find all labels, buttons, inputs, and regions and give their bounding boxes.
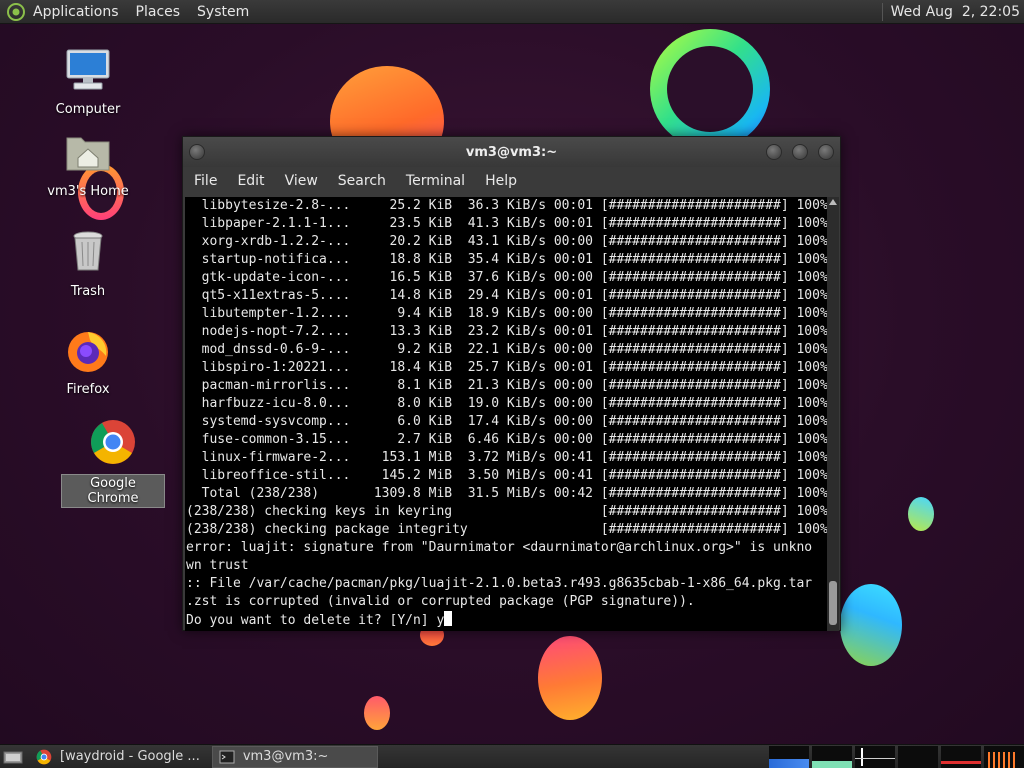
terminal-menubar: File Edit View Search Terminal Help [183,167,840,195]
terminal-line: libreoffice-stil... 145.2 MiB 3.50 MiB/s… [186,468,827,483]
menu-system[interactable]: System [197,4,249,20]
terminal-scrollbar[interactable] [827,197,839,631]
taskbar-item-label: vm3@vm3:~ [242,749,329,764]
firefox-icon [68,332,108,372]
terminal-line: qt5-x11extras-5.... 14.8 KiB 29.4 KiB/s … [186,288,827,303]
taskbar-item-chrome[interactable]: [waydroid - Google ... [30,746,206,768]
clock-separator [881,3,883,21]
menu-terminal[interactable]: Terminal [406,173,465,189]
menu-view[interactable]: View [285,173,318,189]
terminal-line: xorg-xrdb-1.2.2-... 20.2 KiB 43.1 KiB/s … [186,234,827,249]
desktop-icon-computer[interactable]: Computer [38,46,138,117]
window-titlebar[interactable]: vm3@vm3:~ [183,137,840,167]
terminal-line: libspiro-1:20221... 18.4 KiB 25.7 KiB/s … [186,360,827,375]
desktop-icon-label: Computer [55,102,121,117]
disk-monitor-graph [984,746,1024,768]
system-monitor-applet[interactable] [766,746,1024,768]
load-monitor-graph [941,746,981,768]
network-monitor-graph [855,746,895,768]
computer-icon [66,49,110,90]
terminal-line: (238/238) checking package integrity [##… [186,522,827,537]
terminal-icon [219,750,235,763]
terminal-line: pacman-mirrorlis... 8.1 KiB 21.3 KiB/s 0… [186,378,827,393]
chrome-icon [91,420,135,464]
bottom-panel: [waydroid - Google ... vm3@vm3:~ [0,744,1024,768]
cpu-monitor-graph [769,746,809,768]
terminal-line: nodejs-nopt-7.2.... 13.3 KiB 23.2 KiB/s … [186,324,827,339]
terminal-window[interactable]: vm3@vm3:~ File Edit View Search Terminal… [182,136,841,631]
trash-icon [73,231,103,271]
menu-file[interactable]: File [194,173,217,189]
maximize-button[interactable] [792,144,808,160]
terminal-line: mod_dnssd-0.6-9-... 9.2 KiB 22.1 KiB/s 0… [186,342,827,357]
terminal-line: wn trust [186,558,249,573]
terminal-line: Total (238/238) 1309.8 MiB 31.5 MiB/s 00… [186,486,827,501]
terminal-line: libutempter-1.2.... 9.4 KiB 18.9 KiB/s 0… [186,306,827,321]
terminal-cursor [444,611,453,626]
terminal-line: libbytesize-2.8-... 25.2 KiB 36.3 KiB/s … [186,198,827,213]
wallpaper-tiny-blob [364,696,390,730]
clock[interactable]: Wed Aug 2, 22:05 [881,3,1020,21]
terminal-line: Do you want to delete it? [Y/n] y [186,611,827,629]
terminal-line: systemd-sysvcomp... 6.0 KiB 17.4 KiB/s 0… [186,414,827,429]
desktop-icon-label: Trash [70,284,106,299]
scroll-thumb[interactable] [829,581,837,625]
terminal-output[interactable]: libbytesize-2.8-... 25.2 KiB 36.3 KiB/s … [185,197,827,631]
minimize-button[interactable] [766,144,782,160]
menu-applications[interactable]: Applications [33,4,119,20]
terminal-line: error: luajit: signature from "Daurnimat… [186,540,813,555]
top-panel: Applications Places System Wed Aug 2, 22… [0,0,1024,24]
terminal-line: harfbuzz-icu-8.0... 8.0 KiB 19.0 KiB/s 0… [186,396,827,411]
window-title: vm3@vm3:~ [465,144,558,160]
terminal-line: startup-notifica... 18.8 KiB 35.4 KiB/s … [186,252,827,267]
terminal-line: fuse-common-3.15... 2.7 KiB 6.46 KiB/s 0… [186,432,827,447]
desktop-icon-home[interactable]: vm3's Home [38,128,138,199]
taskbar-item-terminal[interactable]: vm3@vm3:~ [211,745,378,768]
mate-logo-icon[interactable] [7,2,25,21]
taskbar-item-label: [waydroid - Google ... [60,749,200,764]
swap-monitor-graph [898,746,938,768]
desktop-icon-label: Google Chrome [61,474,165,508]
memory-monitor-graph [812,746,852,768]
menu-places[interactable]: Places [136,4,181,20]
scroll-up-arrow-icon[interactable] [829,199,837,205]
terminal-line: libpaper-2.1.1-1... 23.5 KiB 41.3 KiB/s … [186,216,827,231]
window-menu-button[interactable] [189,144,205,160]
menu-search[interactable]: Search [338,173,386,189]
wallpaper-green-ring [650,29,770,149]
terminal-line: gtk-update-icon-... 16.5 KiB 37.6 KiB/s … [186,270,827,285]
clock-text: Wed Aug 2, 22:05 [890,4,1020,20]
show-desktop-icon[interactable] [2,749,24,765]
wallpaper-small-blob [908,497,934,531]
terminal-line: (238/238) checking keys in keyring [####… [186,504,827,519]
desktop-icon-label: vm3's Home [47,184,129,199]
close-button[interactable] [818,144,834,160]
wallpaper-pink-blob [538,636,602,720]
terminal-line: .zst is corrupted (invalid or corrupted … [186,594,695,609]
terminal-line: :: File /var/cache/pacman/pkg/luajit-2.1… [186,576,813,591]
desktop-icon-trash[interactable]: Trash [38,228,138,299]
menu-edit[interactable]: Edit [237,173,264,189]
home-folder-icon [66,137,110,171]
desktop-icon-label: Firefox [66,382,110,397]
chrome-icon [36,749,52,764]
wallpaper-cyan-blob [840,584,902,666]
desktop-icon-chrome[interactable]: Google Chrome [61,418,165,508]
menu-help[interactable]: Help [485,173,517,189]
desktop-icon-firefox[interactable]: Firefox [38,326,138,397]
terminal-line: linux-firmware-2... 153.1 MiB 3.72 MiB/s… [186,450,827,465]
